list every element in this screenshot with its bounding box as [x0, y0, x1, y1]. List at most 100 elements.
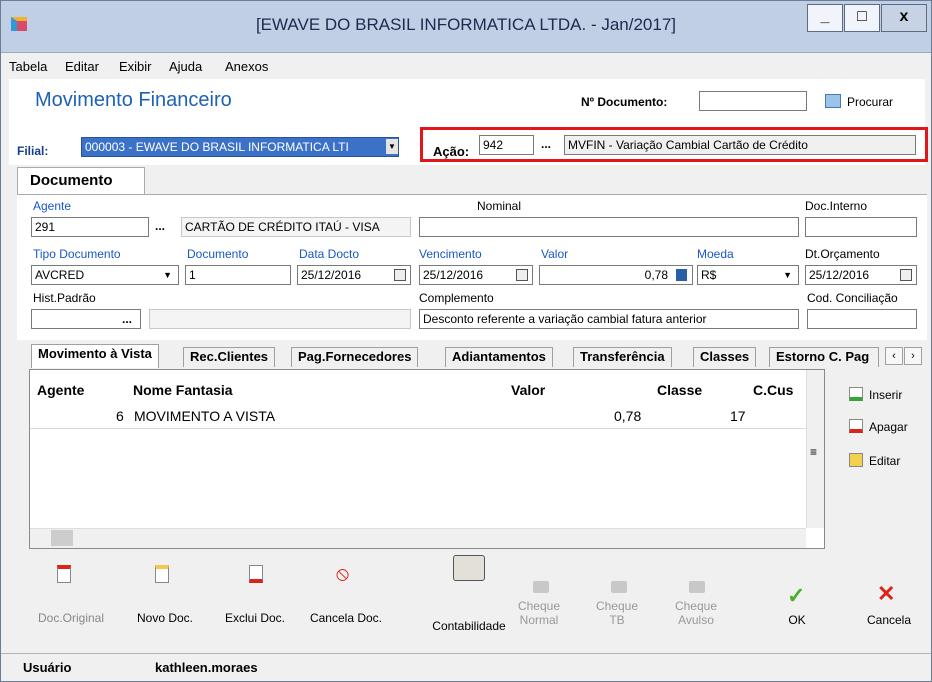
maximize-button[interactable]: □: [844, 4, 880, 32]
nominal-input[interactable]: [419, 217, 799, 237]
check-icon: ✓: [787, 583, 806, 608]
search-button-label[interactable]: Procurar: [847, 95, 893, 109]
vencimento-input[interactable]: 25/12/2016: [419, 265, 533, 285]
delete-button[interactable]: Apagar: [869, 420, 908, 434]
status-user-label: Usuário: [23, 660, 72, 675]
menu-anexos[interactable]: Anexos: [225, 59, 268, 74]
tab-movimento-vista[interactable]: Movimento à Vista: [31, 344, 159, 368]
row-agente: 6: [116, 408, 124, 424]
chevron-down-icon[interactable]: ▼: [163, 266, 172, 284]
new-doc-button[interactable]: Novo Doc.: [125, 611, 205, 625]
calendar-icon[interactable]: [394, 269, 406, 281]
edit-button[interactable]: Editar: [869, 454, 900, 468]
delete-doc-button[interactable]: Exclui Doc.: [215, 611, 295, 625]
data-docto-input[interactable]: 25/12/2016: [297, 265, 411, 285]
complemento-label: Complemento: [419, 291, 494, 305]
insert-button[interactable]: Inserir: [869, 388, 902, 402]
calendar-icon[interactable]: [516, 269, 528, 281]
main-window: [EWAVE DO BRASIL INFORMATICA LTDA. - Jan…: [0, 0, 932, 682]
menu-exibir[interactable]: Exibir: [119, 59, 152, 74]
cancel-button[interactable]: Cancela: [857, 613, 921, 627]
cheque-avulso-button[interactable]: Cheque Avulso: [667, 599, 725, 627]
grid-header-classe[interactable]: Classe: [657, 382, 702, 398]
delete-icon[interactable]: [849, 419, 863, 433]
moeda-select[interactable]: R$ ▼: [697, 265, 799, 285]
cheque-normal-button[interactable]: Cheque Normal: [513, 599, 565, 627]
calendar-icon[interactable]: [900, 269, 912, 281]
menu-editar[interactable]: Editar: [65, 59, 99, 74]
search-icon[interactable]: [825, 94, 841, 108]
doc-original-button[interactable]: Doc.Original: [31, 611, 111, 625]
acao-lookup-button[interactable]: ...: [541, 137, 551, 151]
doc-interno-input[interactable]: [805, 217, 917, 237]
cancel-doc-button[interactable]: Cancela Doc.: [301, 611, 391, 625]
accounting-button[interactable]: Contabilidade: [421, 619, 517, 633]
valor-value: 0,78: [644, 268, 668, 282]
chevron-down-icon[interactable]: ▼: [386, 139, 398, 154]
acao-code-input[interactable]: 942: [479, 135, 534, 155]
tab-transferencia[interactable]: Transferência: [573, 347, 672, 367]
ok-button[interactable]: OK: [777, 613, 817, 627]
agente-lookup-button[interactable]: ...: [155, 219, 165, 233]
dt-orcamento-input[interactable]: 25/12/2016: [805, 265, 917, 285]
minimize-button[interactable]: _: [807, 4, 843, 32]
delete-doc-icon: [249, 565, 263, 583]
doc-tab-label: Documento: [30, 172, 113, 189]
vencimento-value: 25/12/2016: [423, 268, 484, 282]
complemento-input[interactable]: Desconto referente a variação cambial fa…: [419, 309, 799, 329]
accounting-icon: [453, 555, 485, 581]
filial-select[interactable]: 000003 - EWAVE DO BRASIL INFORMATICA LTI: [81, 137, 399, 157]
hist-padrao-input[interactable]: ...: [31, 309, 141, 329]
cod-conciliacao-input[interactable]: [807, 309, 917, 329]
doc-interno-label: Doc.Interno: [805, 199, 868, 213]
data-docto-value: 25/12/2016: [301, 268, 362, 282]
row-valor: 0,78: [614, 408, 642, 424]
insert-icon[interactable]: [849, 387, 863, 401]
calculator-icon[interactable]: [676, 269, 687, 281]
vencimento-label: Vencimento: [419, 247, 482, 261]
new-doc-icon: [155, 565, 169, 583]
doc-number-input[interactable]: [699, 91, 807, 111]
nominal-label: Nominal: [477, 199, 522, 213]
grid-header-valor[interactable]: Valor: [511, 382, 545, 398]
edit-icon[interactable]: [849, 453, 863, 467]
status-bar: [1, 653, 931, 681]
tipo-doc-value: AVCRED: [35, 268, 85, 282]
table-row[interactable]: 6 MOVIMENTO A VISTA 0,78 17: [30, 405, 806, 429]
close-button[interactable]: x: [881, 4, 927, 32]
grid-header-agente[interactable]: Agente: [37, 382, 84, 398]
grid-header-ccus[interactable]: C.Cus: [753, 382, 793, 398]
menu-ajuda[interactable]: Ajuda: [169, 59, 202, 74]
grid-header-nome[interactable]: Nome Fantasia: [133, 382, 233, 398]
menu-tabela[interactable]: Tabela: [9, 59, 47, 74]
tab-scroll-right-icon[interactable]: ›: [904, 347, 922, 365]
tipo-doc-select[interactable]: AVCRED ▼: [31, 265, 179, 285]
data-docto-label: Data Docto: [299, 247, 360, 261]
documento-label: Documento: [187, 247, 249, 261]
agente-input[interactable]: 291: [31, 217, 149, 237]
tab-estorno[interactable]: Estorno C. Pag: [769, 347, 879, 367]
moeda-label: Moeda: [697, 247, 734, 261]
tab-classes[interactable]: Classes: [693, 347, 757, 367]
valor-label: Valor: [541, 247, 569, 261]
hist-lookup-button[interactable]: ...: [122, 310, 132, 328]
chevron-down-icon[interactable]: ▼: [783, 266, 792, 284]
horizontal-scrollbar[interactable]: [30, 528, 806, 548]
scroll-thumb[interactable]: [51, 530, 73, 546]
documento-input[interactable]: 1: [185, 265, 291, 285]
valor-input[interactable]: 0,78: [539, 265, 693, 285]
doc-tab[interactable]: Documento: [17, 167, 145, 195]
tab-rec-clientes[interactable]: Rec.Clientes: [183, 347, 276, 367]
agente-name: CARTÃO DE CRÉDITO ITAÚ - VISA: [181, 217, 411, 237]
cheque-tb-button[interactable]: Cheque TB: [591, 599, 643, 627]
window-title: [EWAVE DO BRASIL INFORMATICA LTDA. - Jan…: [255, 15, 677, 34]
tab-scroll-left-icon[interactable]: ‹: [885, 347, 903, 365]
page-title: Movimento Financeiro: [35, 89, 232, 111]
cancel-doc-icon: ⦸: [336, 563, 350, 585]
hist-padrao-label: Hist.Padrão: [33, 291, 96, 305]
tab-adiantamentos[interactable]: Adiantamentos: [445, 347, 553, 367]
printer-icon: [611, 581, 627, 593]
scroll-grip-icon[interactable]: ≡: [810, 445, 817, 459]
agente-label: Agente: [33, 199, 72, 213]
tab-pag-fornecedores[interactable]: Pag.Fornecedores: [291, 347, 419, 367]
